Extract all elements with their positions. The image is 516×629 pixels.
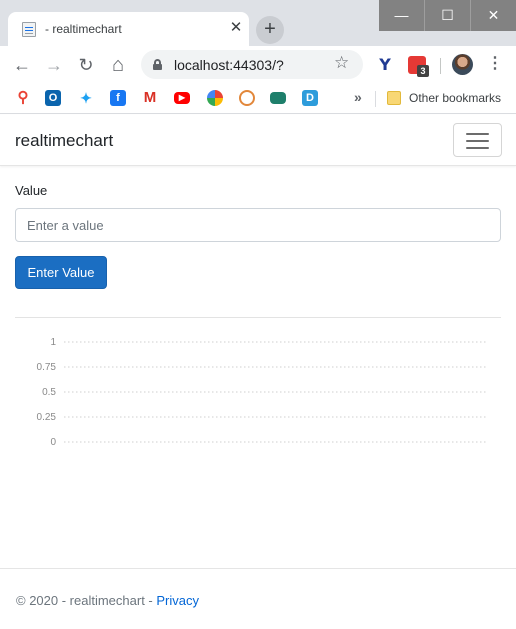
extension-v-icon[interactable]: Y [376,56,394,74]
tab-title: - realtimechart [45,22,122,36]
bookmarks-bar: ⚲ O ✦ f M ▶ D » Other bookmarks [0,84,516,114]
brand-link[interactable]: realtimechart [15,131,113,151]
footer-text: © 2020 - realtimechart - Privacy [16,593,199,608]
gamepad-icon[interactable] [270,92,286,104]
browser-titlebar: - realtimechart ✕ + — ☐ ✕ [0,0,516,46]
folder-icon[interactable] [387,91,401,105]
navbar-toggler-button[interactable] [453,123,502,157]
page-favicon-icon [22,22,36,37]
y-tick-label: 0.75 [37,362,57,373]
site-navbar: realtimechart [0,115,516,166]
photos-icon[interactable] [207,90,223,106]
address-bar[interactable]: localhost:44303/? ☆ [141,50,363,79]
y-tick-label: 0 [50,437,56,448]
close-window-button[interactable]: ✕ [471,0,516,31]
hamburger-line [466,140,489,142]
hamburger-line [466,147,489,149]
facebook-icon[interactable]: f [110,90,126,106]
browser-toolbar: ← → ↻ ⌂ localhost:44303/? ☆ Y 3 ⋮ [0,46,516,84]
footer-copyright: © 2020 - realtimechart - [16,593,157,608]
value-label: Value [15,183,48,198]
close-tab-icon[interactable]: ✕ [227,19,245,37]
bookmark-star-icon[interactable]: ☆ [334,53,349,73]
url-text[interactable]: localhost:44303/? [174,57,284,73]
value-input[interactable] [15,208,501,242]
hamburger-line [466,133,489,135]
swirl-icon[interactable] [239,90,255,106]
y-tick-label: 0.25 [37,412,57,423]
extension-red-icon[interactable]: 3 [408,56,429,77]
page-footer: © 2020 - realtimechart - Privacy [0,568,516,629]
twitter-icon[interactable]: ✦ [78,90,94,106]
reload-button[interactable]: ↻ [72,51,100,79]
forward-button[interactable]: → [40,51,68,79]
y-tick-label: 1 [50,337,56,348]
maps-icon[interactable]: ⚲ [15,90,31,106]
toolbar-divider [440,58,441,74]
home-button[interactable]: ⌂ [104,51,132,79]
browser-tab[interactable]: - realtimechart ✕ [8,12,249,46]
y-tick-label: 0.5 [42,387,56,398]
back-button[interactable]: ← [8,51,36,79]
outlook-icon[interactable]: O [45,90,61,106]
maximize-window-button[interactable]: ☐ [425,0,470,31]
divider [15,317,501,318]
bookmarks-divider [375,91,376,107]
minimize-window-button[interactable]: — [379,0,424,31]
realtime-chart: 1 0.75 0.5 0.25 0 [37,337,487,448]
enter-value-button[interactable]: Enter Value [15,256,107,289]
browser-menu-icon[interactable]: ⋮ [487,55,503,73]
profile-avatar[interactable] [452,54,473,75]
youtube-icon[interactable]: ▶ [174,92,190,104]
lock-icon[interactable] [153,59,162,70]
gmail-icon[interactable]: M [142,90,158,106]
other-bookmarks-folder[interactable]: Other bookmarks [409,91,501,105]
privacy-link[interactable]: Privacy [156,593,199,608]
d-icon[interactable]: D [302,90,318,106]
more-bookmarks-button[interactable]: » [354,89,362,105]
new-tab-button[interactable]: + [256,16,284,44]
extension-badge-count: 3 [417,65,429,77]
